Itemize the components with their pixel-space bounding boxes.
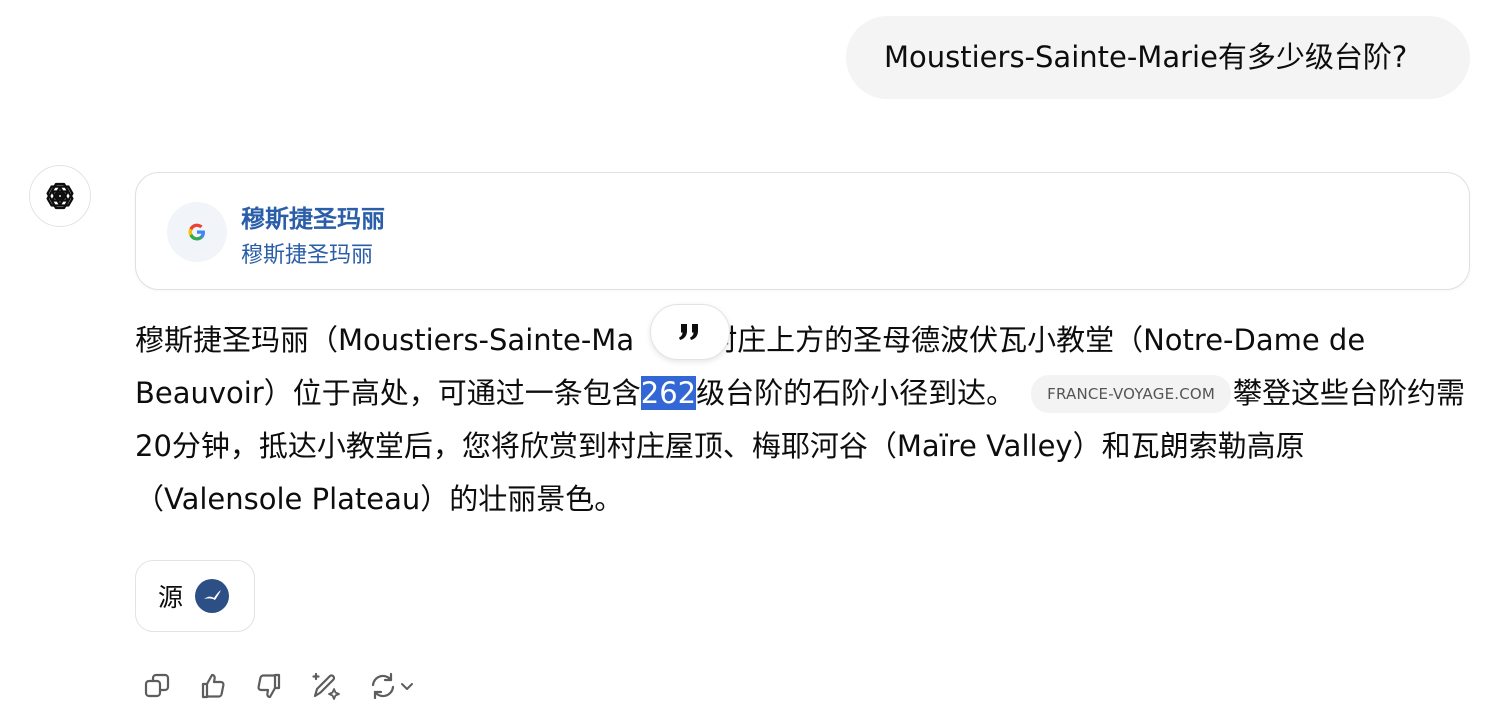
google-g-icon (167, 202, 227, 262)
assistant-answer: 穆斯捷圣玛丽（Moustiers-Sainte-Ma 村庄上方的圣母德波伏瓦小教堂… (135, 314, 1470, 526)
chevron-down-icon[interactable] (398, 677, 416, 695)
search-card-title[interactable]: 穆斯捷圣玛丽 (241, 199, 385, 234)
message-actions (140, 668, 420, 704)
answer-text-1: 穆斯捷圣玛丽（Moustiers-Sainte-Ma (135, 323, 635, 357)
quote-icon (677, 322, 703, 342)
thumbs-up-icon[interactable] (196, 669, 230, 703)
sources-label: 源 (158, 583, 184, 612)
regenerate-icon[interactable] (364, 669, 420, 703)
user-message-bubble: Moustiers-Sainte-Marie有多少级台阶? (846, 16, 1470, 99)
thumbs-down-icon[interactable] (252, 669, 286, 703)
highlighted-number: 262 (640, 376, 697, 410)
edit-sparkle-icon[interactable] (308, 669, 342, 703)
assistant-avatar (29, 165, 91, 227)
quote-button[interactable] (650, 304, 730, 360)
answer-text-3: 级台阶的石阶小径到达。 (696, 376, 1016, 410)
source-citation-pill[interactable]: FRANCE-VOYAGE.COM (1031, 375, 1232, 413)
user-message-text: Moustiers-Sainte-Marie有多少级台阶? (884, 40, 1408, 74)
sources-button[interactable]: 源 (135, 560, 255, 632)
source-favicon-icon (195, 579, 230, 613)
search-card-subtitle: 穆斯捷圣玛丽 (241, 243, 374, 268)
search-result-card[interactable]: 穆斯捷圣玛丽 穆斯捷圣玛丽 (135, 172, 1470, 290)
openai-logo-icon (42, 178, 78, 214)
copy-icon[interactable] (140, 669, 174, 703)
